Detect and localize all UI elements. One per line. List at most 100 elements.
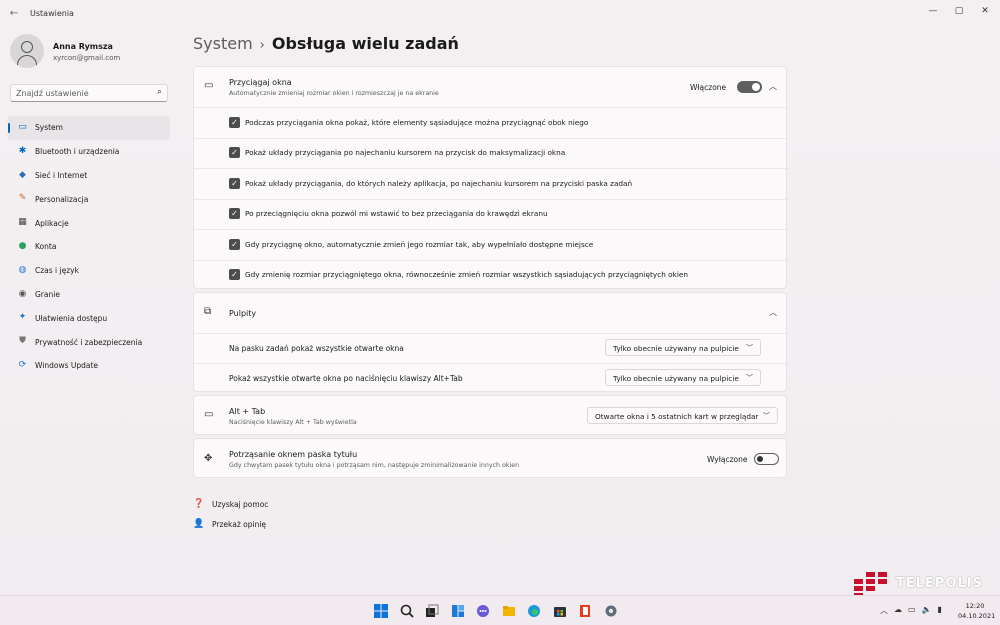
apps-icon: ▦ (18, 217, 27, 228)
sidebar-item-aplikacje[interactable]: ▦ Aplikacje (8, 211, 170, 235)
cloud-icon[interactable]: ☁ (894, 605, 902, 616)
battery-icon[interactable]: ▮ (938, 605, 942, 616)
sidebar-item-label: Sieć i Internet (35, 170, 88, 180)
bluetooth-icon: ✱ (18, 145, 27, 156)
sidebar-item-czas-i-język[interactable]: ◍ Czas i język (8, 259, 170, 283)
checkbox[interactable]: ✓ (229, 208, 240, 220)
title-bar-shake-card: ✥ Potrząsanie oknem paska tytułu Gdy chw… (193, 438, 787, 478)
sidebar-item-konta[interactable]: ● Konta (8, 235, 170, 259)
avatar-head-icon (21, 41, 33, 53)
widgets-icon[interactable] (449, 602, 467, 620)
network-icon[interactable]: ▭ (908, 605, 916, 616)
windows-start-icon[interactable] (372, 602, 390, 620)
globe-icon: ◍ (18, 264, 27, 275)
task-view-icon[interactable] (423, 602, 441, 620)
search-icon[interactable]: ⌕ (157, 87, 162, 97)
help-icon: ❓ (193, 499, 205, 509)
snap-windows-card: ▭ Przyciągaj okna Automatycznie zmieniaj… (193, 66, 788, 290)
snap-option-row: ✓ Podczas przyciągania okna pokaż, które … (194, 108, 788, 139)
shake-toggle[interactable] (754, 453, 779, 465)
sidebar-item-label: Granie (35, 289, 60, 299)
desktops-header[interactable]: ⧉ Pulpity ︿ (194, 293, 786, 333)
chevron-down-icon: ﹀ (763, 412, 770, 420)
alttab-windows-label: Pokaż wszystkie otwarte okna po naciśnię… (229, 374, 463, 383)
snap-windows-subtitle: Automatycznie zmieniaj rozmiar okien i r… (229, 90, 439, 97)
volume-icon[interactable]: 🔈 (922, 605, 932, 616)
snap-windows-toggle[interactable] (737, 81, 762, 93)
checkbox[interactable]: ✓ (229, 177, 240, 189)
avatar[interactable] (10, 34, 44, 68)
sidebar-item-windows-update[interactable]: ⟳ Windows Update (8, 354, 170, 378)
clock-time: 12:20 (965, 602, 985, 610)
sidebar-nav: ▭ System ✱ Bluetooth i urządzenia ◆ Sieć i In… (8, 116, 170, 378)
minimize-button[interactable]: — (922, 4, 944, 18)
settings-icon[interactable] (602, 602, 620, 620)
edge-icon[interactable] (525, 602, 543, 620)
snap-option-row: ✓ Gdy przyciągnę okno, automatycznie zmie… (194, 230, 788, 261)
title-bar: ← Ustawienia — ▢ ✕ (0, 0, 1000, 28)
chevron-up-icon[interactable]: ︿ (880, 605, 888, 616)
search-box: ⌕ (10, 84, 168, 102)
file-explorer-icon[interactable] (500, 602, 518, 620)
checkbox[interactable]: ✓ (229, 238, 240, 250)
sidebar-item-personalizacja[interactable]: ✎ Personalizacja (8, 187, 170, 211)
update-icon: ⟳ (18, 359, 27, 370)
snap-option-row: ✓ Gdy zmienię rozmiar przyciągniętego okn… (194, 260, 788, 290)
desktops-icon: ⧉ (204, 306, 212, 317)
breadcrumb-parent[interactable]: System (193, 34, 253, 53)
monitor-icon: ▭ (18, 122, 27, 132)
chevron-down-icon: ﹀ (746, 344, 753, 352)
sidebar-item-label: Windows Update (35, 361, 99, 371)
checkbox-label: Pokaż układy przyciągania po najechaniu … (245, 148, 566, 158)
chevron-up-icon[interactable]: ︿ (769, 81, 777, 92)
checkbox[interactable]: ✓ (229, 147, 240, 159)
sidebar-item-label: Personalizacja (35, 194, 89, 204)
sidebar-item-bluetooth-i-urządzenia[interactable]: ✱ Bluetooth i urządzenia (8, 140, 170, 164)
chevron-up-icon[interactable]: ︿ (769, 307, 777, 318)
chat-icon[interactable] (474, 602, 492, 620)
sidebar-item-label: Ułatwienia dostępu (35, 313, 108, 323)
active-indicator (8, 123, 10, 133)
taskbar-clock[interactable]: 12:20 04.10.2021 (958, 601, 995, 621)
desktops-title: Pulpity (229, 309, 257, 318)
breadcrumb-separator: › (259, 38, 265, 53)
search-input[interactable] (16, 87, 151, 100)
brush-icon: ✎ (18, 193, 27, 204)
office-icon[interactable] (576, 602, 594, 620)
taskbar-windows-select[interactable]: Tylko obecnie używany na pulpicie ﹀ (605, 339, 761, 356)
taskbar-icons (372, 602, 620, 620)
snap-windows-header[interactable]: ▭ Przyciągaj okna Automatycznie zmieniaj… (194, 67, 786, 107)
alttab-title: Alt + Tab (229, 407, 266, 416)
checkbox[interactable]: ✓ (229, 269, 240, 280)
feedback-icon: 👤 (193, 519, 205, 529)
store-icon[interactable] (551, 602, 569, 620)
snap-option-row: ✓ Po przeciągnięciu okna pozwól mi wstawi… (194, 199, 788, 231)
shake-toggle-label: Wyłączone (707, 455, 748, 464)
maximize-button[interactable]: ▢ (948, 4, 970, 18)
snap-toggle-label: Włączone (690, 83, 727, 92)
checkbox-label: Gdy zmienię rozmiar przyciągniętego okna… (245, 270, 689, 279)
desktops-card: ⧉ Pulpity ︿ Na pasku zadań pokaż wszystk… (193, 292, 788, 392)
sidebar-item-system[interactable]: ▭ System (8, 116, 170, 140)
checkbox-label: Pokaż układy przyciągania, do których na… (245, 178, 633, 188)
system-tray: ︿ ☁ ▭ 🔈 ▮ (880, 605, 942, 616)
checkbox-label: Podczas przyciągania okna pokaż, które e… (245, 118, 589, 127)
account-icon: ● (18, 240, 27, 251)
sidebar-item-ułatwienia-dostępu[interactable]: ✦ Ułatwienia dostępu (8, 306, 170, 330)
alttab-select[interactable]: Otwarte okna i 5 ostatnich kart w przegl… (587, 407, 778, 424)
sidebar-item-label: Aplikacje (35, 218, 69, 228)
back-arrow-icon[interactable]: ← (6, 7, 22, 21)
divider (194, 333, 788, 334)
sidebar-item-sieć-i-internet[interactable]: ◆ Sieć i Internet (8, 164, 170, 188)
sidebar-item-label: System (35, 123, 63, 133)
sidebar-item-label: Czas i język (35, 266, 79, 276)
alttab-windows-select[interactable]: Tylko obecnie używany na pulpicie ﹀ (605, 369, 761, 386)
sidebar-item-granie[interactable]: ◉ Granie (8, 283, 170, 307)
checkbox[interactable]: ✓ (229, 117, 240, 128)
search-icon[interactable] (398, 602, 416, 620)
alttab-subtitle: Naciśnięcie klawiszy Alt + Tab wyświetla (229, 419, 357, 426)
sidebar-item-label: Konta (35, 242, 57, 252)
sidebar-item-prywatność-i-zabezpieczenia[interactable]: ⛊ Prywatność i zabezpieczenia (8, 330, 170, 354)
shake-title: Potrząsanie oknem paska tytułu (229, 450, 358, 459)
close-button[interactable]: ✕ (974, 4, 996, 18)
